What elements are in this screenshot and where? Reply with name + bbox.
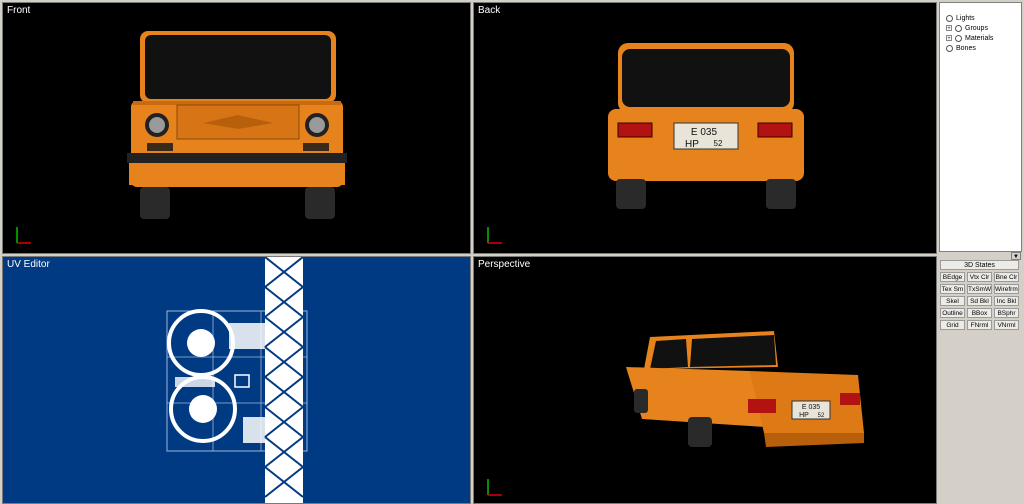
persp-plate-region: 52 xyxy=(818,413,825,419)
tree-item-bones[interactable]: Bones xyxy=(946,43,976,53)
state-button-vnrml[interactable]: VNrml xyxy=(994,320,1019,330)
expand-icon[interactable]: + xyxy=(946,35,952,42)
persp-plate-line1: E 035 xyxy=(802,404,820,411)
state-button-bne-clr[interactable]: Bne Clr xyxy=(994,272,1019,282)
viewport-title-uv: UV Editor xyxy=(7,259,50,270)
state-button-wireframe[interactable]: Wirefrme xyxy=(994,284,1019,294)
state-button-skel[interactable]: Skel xyxy=(940,296,965,306)
back-plate-region: 52 xyxy=(714,139,723,148)
groups-icon xyxy=(955,24,962,32)
persp-plate-line2: HP xyxy=(799,412,809,419)
uv-map-render xyxy=(166,257,308,503)
back-car-render: E 035 HP 52 xyxy=(487,43,804,244)
front-car-render xyxy=(16,31,347,244)
tree-item-label: Lights xyxy=(956,14,975,22)
state-button-fnrml[interactable]: FNrml xyxy=(967,320,992,330)
state-button-tex-sm[interactable]: Tex Sm xyxy=(940,284,965,294)
state-button-bsphr[interactable]: BSphr xyxy=(994,308,1019,318)
state-button-bbox[interactable]: BBox xyxy=(967,308,992,318)
bones-icon xyxy=(946,44,953,52)
state-button-grid[interactable]: Grid xyxy=(940,320,965,330)
light-icon xyxy=(946,14,953,22)
expand-icon[interactable]: + xyxy=(946,25,952,32)
scene-tree-panel[interactable]: Lights + Groups + Materials Bones xyxy=(939,2,1022,252)
back-plate-line1: E 035 xyxy=(691,127,718,138)
back-plate-line2: HP xyxy=(685,139,699,150)
state-button-outline[interactable]: Outline xyxy=(940,308,965,318)
tree-item-materials[interactable]: + Materials xyxy=(946,33,993,43)
perspective-car-render: E 035 HP 52 xyxy=(487,331,864,496)
perspective-viewport[interactable]: Perspective E 035 HP 52 xyxy=(473,256,937,504)
viewport-title-back: Back xyxy=(478,5,501,16)
tree-item-groups[interactable]: + Groups xyxy=(946,23,988,33)
uv-editor-viewport[interactable]: UV Editor xyxy=(2,256,471,504)
tree-item-label: Bones xyxy=(956,44,976,52)
state-button-bedge[interactable]: BEdge xyxy=(940,272,965,282)
viewport-title-front: Front xyxy=(7,5,31,16)
tree-item-lights[interactable]: Lights xyxy=(946,13,975,23)
state-button-txsmwr[interactable]: TxSmWr xyxy=(967,284,992,294)
state-button-vtx-clr[interactable]: Vtx Clr xyxy=(967,272,992,282)
tree-item-label: Groups xyxy=(965,24,988,32)
scroll-down-button[interactable]: ▼ xyxy=(1011,252,1021,260)
materials-icon xyxy=(955,34,962,42)
state-button-inc-bkl[interactable]: Inc Bkl xyxy=(994,296,1019,306)
back-viewport[interactable]: Back E 035 HP 52 xyxy=(473,2,937,254)
front-viewport[interactable]: Front xyxy=(2,2,471,254)
state-button-sd-bkl[interactable]: Sd Bkl xyxy=(967,296,992,306)
viewport-title-perspective: Perspective xyxy=(478,259,531,270)
tree-item-label: Materials xyxy=(965,34,994,42)
states-title: 3D States xyxy=(940,260,1019,270)
